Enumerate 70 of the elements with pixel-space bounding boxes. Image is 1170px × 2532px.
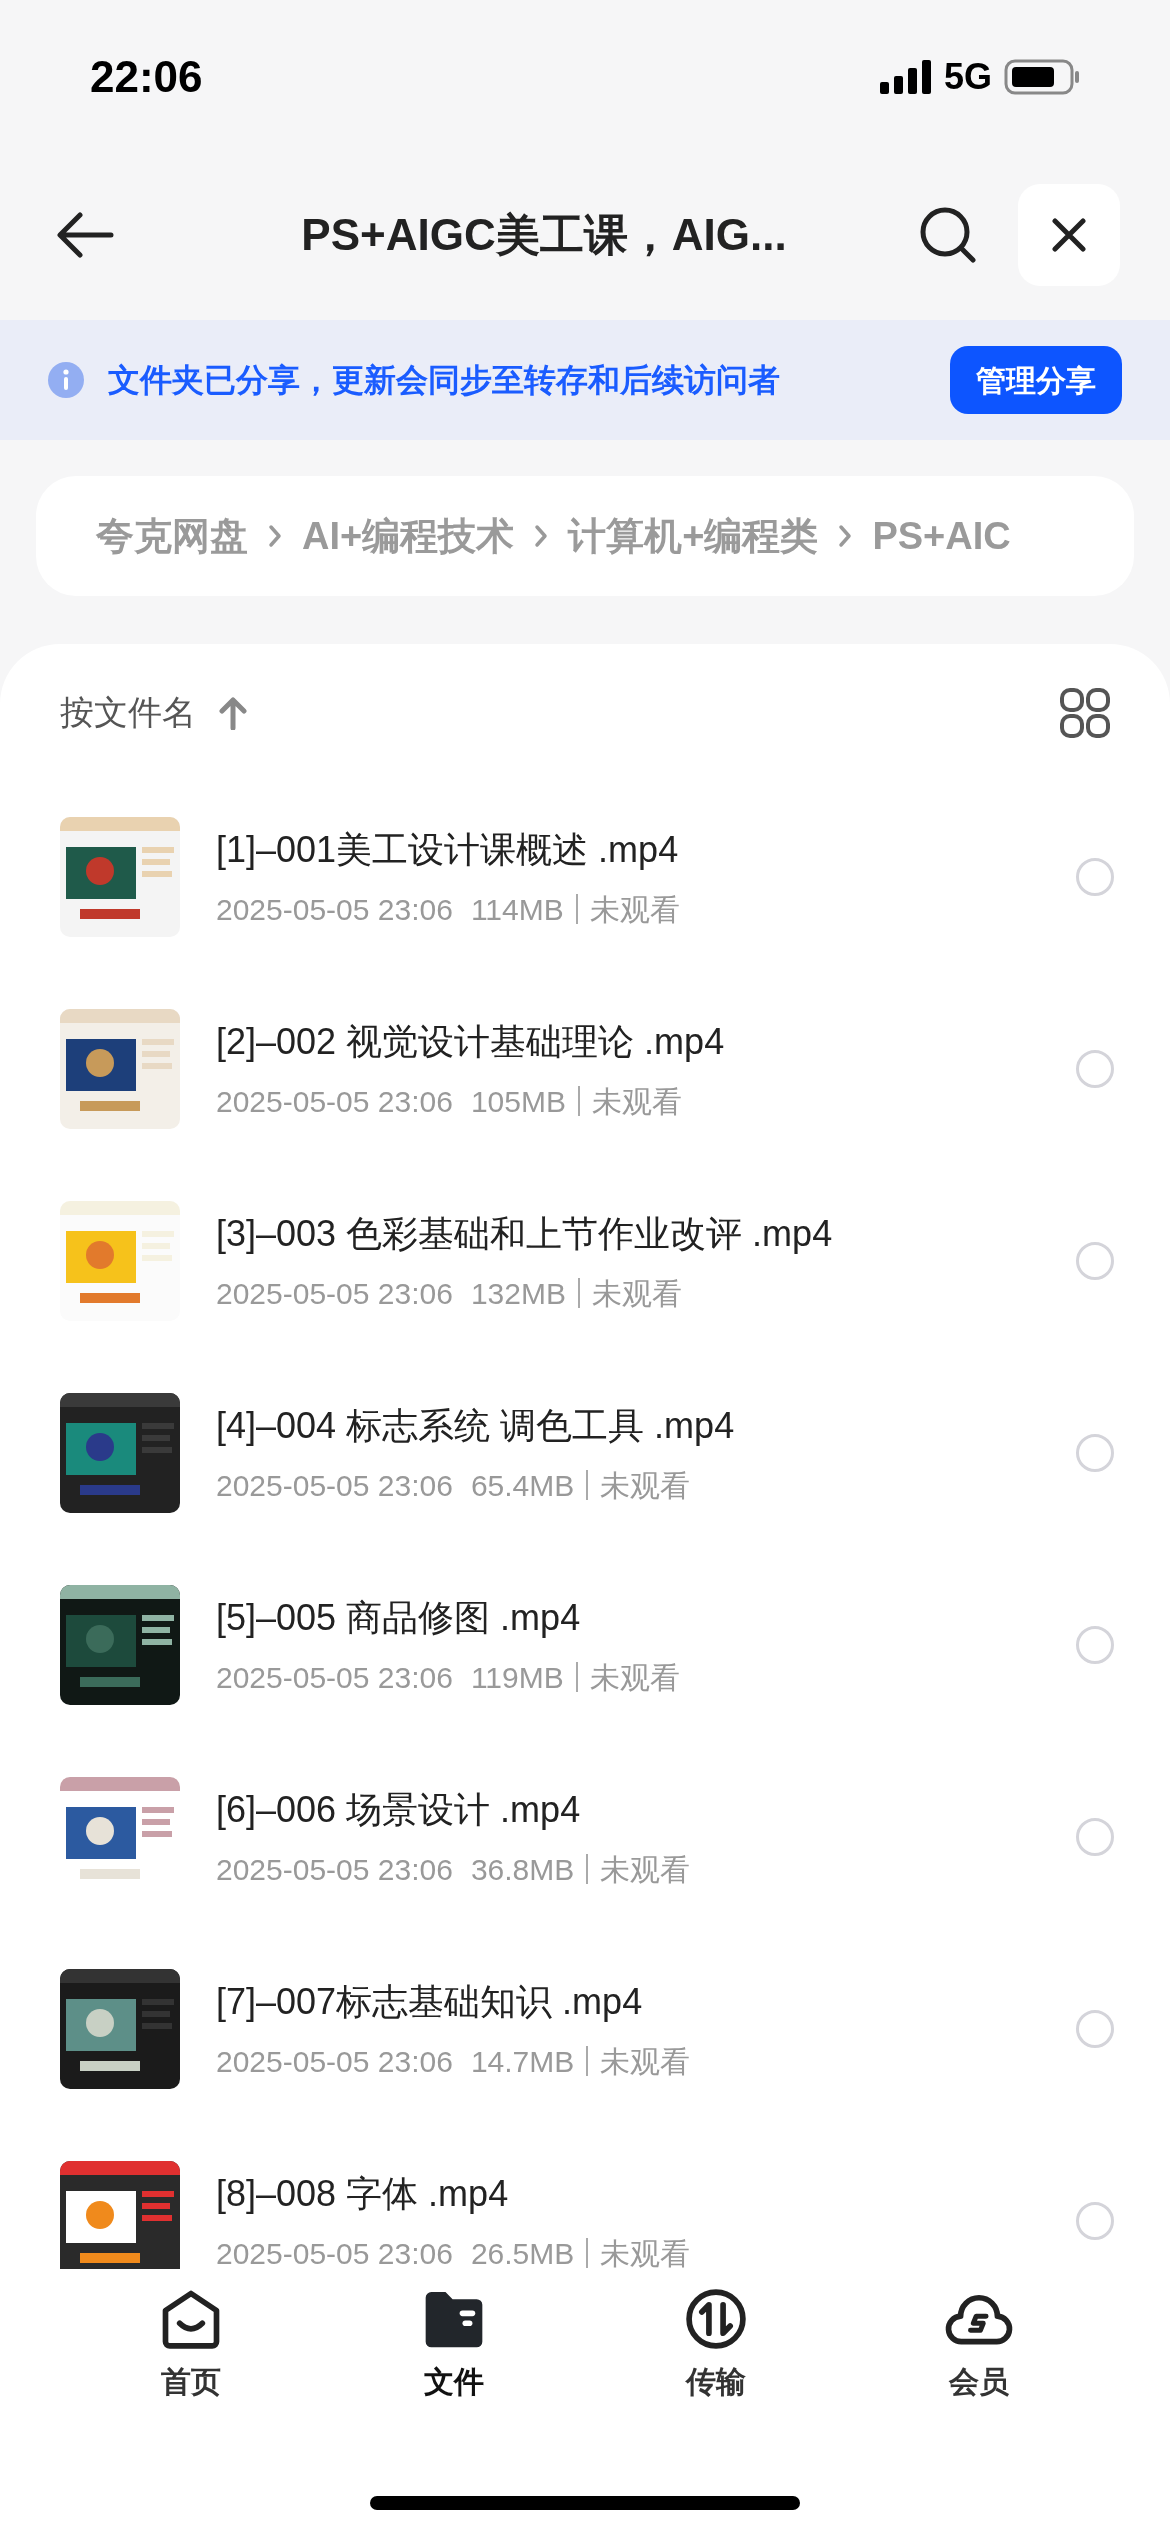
file-name: [3]–003 色彩基础和上节作业改评 .mp4 [216, 1211, 834, 1256]
file-size: 65.4MB [470, 1467, 575, 1504]
folder-title: PS+AIGC美工课，AIG... [301, 209, 787, 261]
search-icon [918, 205, 978, 265]
sort-button[interactable]: 按文件名 [60, 687, 248, 738]
file-name: [4]–004 标志系统 调色工具 .mp4 [216, 1403, 736, 1448]
file-name: [1]–001美工设计课概述 .mp4 [216, 827, 680, 872]
select-radio[interactable] [1076, 1818, 1114, 1856]
file-date: 2025-05-05 23:06 [216, 891, 453, 928]
select-radio[interactable] [1076, 2010, 1114, 2048]
select-radio[interactable] [1076, 1626, 1114, 1664]
file-size: 36.8MB [470, 1851, 575, 1888]
grid-view-icon[interactable] [1060, 687, 1110, 738]
watch-status: 未观看 [591, 1275, 682, 1312]
file-name: [8]–008 字体 .mp4 [216, 2171, 510, 2216]
status-time: 22:06 [90, 51, 203, 103]
watch-status: 未观看 [589, 1659, 680, 1696]
file-row[interactable]: [1]–001美工设计课概述 .mp4 2025-05-05 23:06 114MB 未观看 [0, 781, 1170, 973]
select-radio[interactable] [1076, 1242, 1114, 1280]
file-name: [6]–006 场景设计 .mp4 [216, 1787, 582, 1832]
file-date: 2025-05-05 23:06 [216, 1467, 453, 1504]
select-radio[interactable] [1076, 858, 1114, 896]
select-radio[interactable] [1076, 1050, 1114, 1088]
file-row[interactable]: [8]–008 字体 .mp4 2025-05-05 23:06 26.5MB 未观看 [0, 2125, 1170, 2269]
tab-bar-item[interactable]: 首页 [121, 2285, 262, 2404]
up-arrow-icon [218, 695, 248, 730]
file-name: [5]–005 商品修图 .mp4 [216, 1595, 582, 1640]
file-row[interactable]: [5]–005 商品修图 .mp4 2025-05-05 23:06 119MB 未观看 [0, 1549, 1170, 1741]
battery-icon [1004, 59, 1080, 95]
file-date: 2025-05-05 23:06 [216, 1851, 453, 1888]
chevron-icon [838, 524, 853, 548]
file-row[interactable]: [2]–002 视觉设计基础理论 .mp4 2025-05-05 23:06 105MB 未观看 [0, 973, 1170, 1165]
select-radio[interactable] [1076, 1434, 1114, 1472]
file-size: 14.7MB [470, 2043, 575, 2080]
watch-status: 未观看 [600, 2235, 691, 2269]
file-size: 105MB [470, 1083, 566, 1120]
network-label: 5G [943, 55, 992, 99]
file-row[interactable]: [4]–004 标志系统 调色工具 .mp4 2025-05-05 23:06 65.4MB 未观看 [0, 1357, 1170, 1549]
file-row[interactable]: [6]–006 场景设计 .mp4 2025-05-05 23:06 36.8MB 未观看 [0, 1741, 1170, 1933]
file-date: 2025-05-05 23:06 [216, 1275, 453, 1312]
chevron-icon [268, 524, 282, 548]
file-name: [2]–002 视觉设计基础理论 .mp4 [216, 1019, 726, 1064]
back-arrow-icon [56, 211, 114, 259]
close-icon [1052, 218, 1086, 252]
close-button[interactable] [1018, 184, 1120, 286]
file-date: 2025-05-05 23:06 [216, 1083, 453, 1120]
share-message: 文件夹已分享，更新会同步至转存和后续访问者 [108, 361, 781, 400]
file-date: 2025-05-05 23:06 [216, 2235, 453, 2269]
chevron-icon [534, 524, 549, 548]
file-size: 26.5MB [470, 2235, 575, 2269]
signal-icon [879, 60, 932, 94]
watch-status: 未观看 [591, 1083, 682, 1120]
file-row[interactable]: [7]–007标志基础知识 .mp4 2025-05-05 23:06 14.7MB 未观看 [0, 1933, 1170, 2125]
tab-bar-item[interactable]: 会员 [908, 2285, 1049, 2404]
file-size: 119MB [470, 1659, 564, 1696]
select-radio[interactable] [1076, 2202, 1114, 2240]
file-size: 132MB [470, 1275, 566, 1312]
tab-bar-item[interactable]: 文件 [383, 2285, 524, 2404]
file-row[interactable]: [3]–003 色彩基础和上节作业改评 .mp4 2025-05-05 23:06 132MB 未观看 [0, 1165, 1170, 1357]
watch-status: 未观看 [600, 1467, 691, 1504]
file-date: 2025-05-05 23:06 [216, 2043, 453, 2080]
file-size: 114MB [470, 891, 564, 928]
watch-status: 未观看 [600, 2043, 691, 2080]
file-date: 2025-05-05 23:06 [216, 1659, 453, 1696]
tab-bar-item[interactable]: 传输 [646, 2285, 787, 2404]
manage-share-button[interactable]: 管理分享 [950, 346, 1122, 414]
file-name: [7]–007标志基础知识 .mp4 [216, 1979, 644, 2024]
watch-status: 未观看 [600, 1851, 691, 1888]
watch-status: 未观看 [589, 891, 680, 928]
info-icon [48, 362, 84, 398]
